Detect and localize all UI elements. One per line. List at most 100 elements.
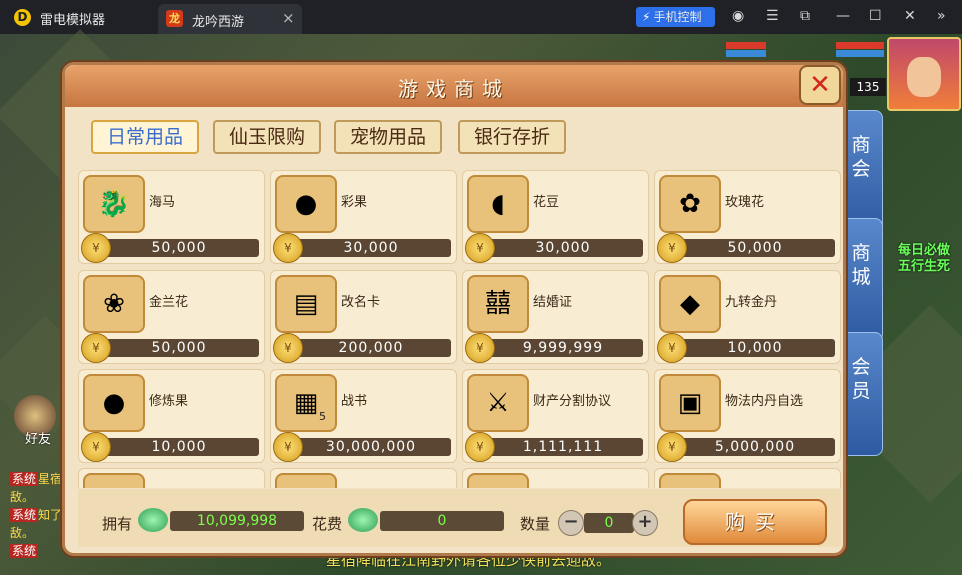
quantity-plus-button[interactable]: + — [632, 510, 658, 536]
shop-item-card[interactable] — [462, 468, 649, 488]
item-name: 改名卡 — [341, 295, 381, 310]
fruit-icon: ● — [275, 175, 337, 233]
item-name: 彩果 — [341, 195, 368, 210]
buy-button[interactable]: 购买 — [683, 499, 827, 545]
game-icon: 龙 — [166, 10, 183, 27]
close-shop-button[interactable]: ✕ — [799, 65, 841, 105]
phone-control-button[interactable]: ⚡ 手机控制 — [636, 7, 715, 27]
bean-icon: ◖ — [467, 175, 529, 233]
emulator-titlebar: D 雷电模拟器 龙 龙吟西游 × ⚡ 手机控制 ◉ ☰ ⧉ — ☐ ✕ » — [0, 0, 962, 34]
shop-item-card[interactable] — [78, 468, 265, 488]
item-name: 玫瑰花 — [725, 195, 765, 210]
app-name: 雷电模拟器 — [40, 13, 106, 28]
tab-game[interactable]: 龙 龙吟西游 × — [158, 4, 302, 34]
item-price: 50,000 — [99, 339, 259, 357]
chat-message: 知了 — [38, 508, 63, 522]
item-price: 50,000 — [99, 239, 259, 257]
shop-item-card[interactable]: ◆ 九转金丹 10,000 ¥ — [654, 270, 841, 364]
coin-icon: ¥ — [465, 233, 495, 263]
item-price: 200,000 — [291, 339, 451, 357]
war-letter-icon: ▦ — [275, 374, 337, 432]
expand-icon[interactable]: » — [937, 8, 946, 24]
item-icon — [83, 473, 145, 488]
tab-jade-limited[interactable]: 仙玉限购 — [213, 120, 321, 154]
shop-item-card[interactable]: ⚔ 财产分割协议 1,111,111 ¥ — [462, 369, 649, 463]
player-mp-bar — [836, 50, 884, 57]
pet-hp-bar — [726, 42, 766, 49]
tab-pet-items[interactable]: 宠物用品 — [334, 120, 442, 154]
item-price: 10,000 — [675, 339, 835, 357]
item-grid: 🐉 海马 50,000 ¥ ● 彩果 30,000 ¥ ◖ 花豆 30,000 ¥ ✿ 玫瑰花 50,000… — [78, 170, 841, 488]
item-price: 30,000 — [483, 239, 643, 257]
jade-icon — [348, 508, 378, 532]
shop-item-card[interactable]: ● 修炼果 10,000 ¥ — [78, 369, 265, 463]
quest-tracker[interactable]: 每日必做 五行生死 — [898, 243, 950, 275]
item-count: 5 — [319, 410, 326, 423]
restore-icon[interactable]: ⧉ — [800, 8, 810, 24]
side-tab-label: 会员 — [851, 356, 871, 402]
shop-panel: 游戏商城 ✕ 日常用品 仙玉限购 宠物用品 银行存折 🐉 海马 50,000 ¥ ● 彩果… — [62, 62, 846, 556]
coin-icon: ¥ — [81, 333, 111, 363]
system-tag: 系统 — [10, 508, 39, 522]
quantity-minus-button[interactable]: − — [558, 510, 584, 536]
item-name: 金兰花 — [149, 295, 189, 310]
user-icon[interactable]: ◉ — [732, 8, 744, 24]
item-name: 战书 — [341, 394, 368, 409]
treasure-chest-icon: ▣ — [659, 374, 721, 432]
purchase-footer: 拥有 10,099,998 花费 0 数量 − 0 + 购买 — [78, 489, 841, 547]
orchid-icon: ❀ — [83, 275, 145, 333]
item-name: 财产分割协议 — [533, 394, 612, 409]
shop-item-card[interactable]: ● 彩果 30,000 ¥ — [270, 170, 457, 264]
coin-icon: ¥ — [81, 432, 111, 462]
lightning-icon: ⚡ — [642, 10, 651, 24]
property-agreement-icon: ⚔ — [467, 374, 529, 432]
item-name: 海马 — [149, 195, 176, 210]
tab-daily-items[interactable]: 日常用品 — [91, 120, 199, 154]
item-icon — [275, 473, 337, 488]
item-price: 1,111,111 — [483, 438, 643, 456]
menu-icon[interactable]: ☰ — [766, 8, 779, 24]
shop-item-card[interactable]: 🐉 海马 50,000 ¥ — [78, 170, 265, 264]
maximize-icon[interactable]: ☐ — [869, 8, 882, 24]
phone-control-label: 手机控制 — [653, 10, 702, 24]
own-label: 拥有 — [102, 515, 133, 533]
close-icon[interactable]: ✕ — [904, 8, 916, 24]
coin-icon: ¥ — [465, 432, 495, 462]
item-name: 花豆 — [533, 195, 560, 210]
shop-item-card[interactable]: ▦ 5 战书 30,000,000 ¥ — [270, 369, 457, 463]
coin-icon: ¥ — [657, 233, 687, 263]
shop-item-card[interactable]: ▣ 物法内丹自选 5,000,000 ¥ — [654, 369, 841, 463]
quantity-value[interactable]: 0 — [584, 513, 634, 533]
item-price: 50,000 — [675, 239, 835, 257]
system-tag: 系统 — [10, 472, 39, 486]
rename-card-icon: ▤ — [275, 275, 337, 333]
tab-close-icon[interactable]: × — [282, 9, 295, 27]
pet-mp-bar — [726, 50, 766, 57]
cost-value: 0 — [380, 511, 504, 531]
coin-icon: ¥ — [465, 333, 495, 363]
cost-label: 花费 — [312, 515, 343, 533]
player-avatar[interactable] — [887, 37, 961, 111]
item-price: 30,000 — [291, 239, 451, 257]
player-hp-bar — [836, 42, 884, 49]
seahorse-icon: 🐉 — [83, 175, 145, 233]
item-icon — [467, 473, 529, 488]
item-price: 5,000,000 — [675, 438, 835, 456]
tab-bank-book[interactable]: 银行存折 — [458, 120, 566, 154]
side-tab-label: 商会 — [851, 134, 871, 180]
shop-item-card[interactable] — [654, 468, 841, 488]
shop-header: 游戏商城 ✕ — [65, 65, 843, 107]
shop-item-card[interactable] — [270, 468, 457, 488]
item-name: 修炼果 — [149, 394, 189, 409]
system-tag: 系统 — [10, 544, 39, 558]
minimize-icon[interactable]: — — [836, 8, 850, 24]
player-level: 135 — [850, 78, 886, 96]
shop-item-card[interactable]: ◖ 花豆 30,000 ¥ — [462, 170, 649, 264]
shop-item-card[interactable]: ❀ 金兰花 50,000 ¥ — [78, 270, 265, 364]
avatar-face — [907, 57, 941, 97]
friend-label[interactable]: 好友 — [25, 428, 51, 447]
shop-item-card[interactable]: 囍结婚证 9,999,999 ¥ — [462, 270, 649, 364]
shop-item-card[interactable]: ✿ 玫瑰花 50,000 ¥ — [654, 170, 841, 264]
item-price: 9,999,999 — [483, 339, 643, 357]
shop-item-card[interactable]: ▤ 改名卡 200,000 ¥ — [270, 270, 457, 364]
